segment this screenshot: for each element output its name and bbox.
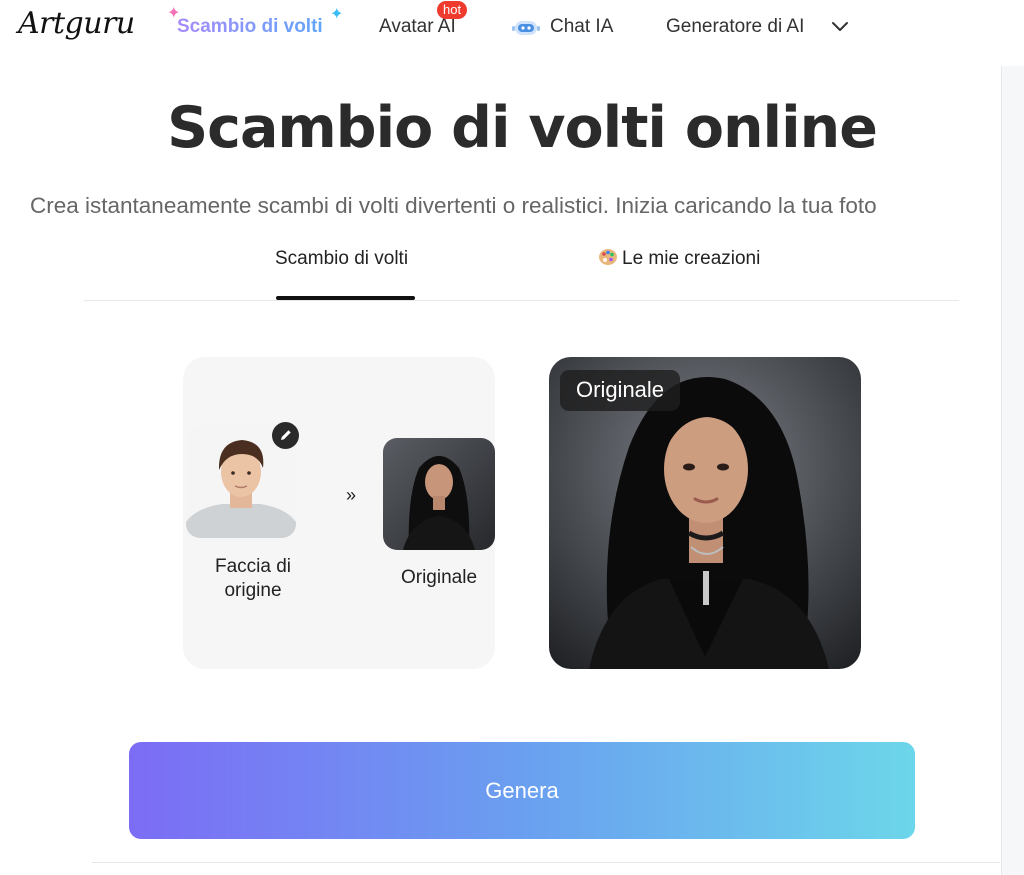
nav-chat-ia[interactable]: Chat IA [550,16,613,38]
tab-my-creations-label: Le mie creazioni [622,248,761,269]
source-face-label: Faccia di origine [214,556,292,601]
sparkle-icon: ✦ [330,6,344,23]
nav-face-swap[interactable]: Scambio di volti [177,16,323,38]
chevron-down-icon[interactable] [831,20,849,34]
tab-bar: Scambio di volti Le mie creazioni [84,240,959,301]
palette-icon [599,249,617,265]
pencil-icon [281,430,291,440]
nav-ai-generator[interactable]: Generatore di AI [666,16,804,38]
tab-my-creations[interactable]: Le mie creazioni [598,248,760,270]
page-title: Scambio di volti online [167,95,878,161]
scrollbar-track[interactable] [1001,66,1024,875]
hot-badge: hot [437,1,468,19]
generate-button[interactable]: Genera [129,742,915,839]
preview-original-badge: Originale [560,370,681,411]
top-nav: Artguru ✦ Scambio di volti ✦ Avatar AI h… [0,0,1024,60]
nav-avatar-ai[interactable]: Avatar AI [379,16,456,38]
artguru-logo[interactable]: Artguru [18,6,135,41]
edit-source-button[interactable] [272,422,299,449]
robot-chat-icon [512,21,540,35]
target-image [383,438,495,550]
divider [92,862,1000,863]
target-image-label: Originale [400,567,478,588]
active-tab-indicator [276,296,415,300]
page-subtitle: Crea istantaneamente scambi di volti div… [30,193,877,218]
tab-face-swap[interactable]: Scambio di volti [275,248,408,270]
target-image-thumbnail[interactable] [383,438,495,550]
swap-arrow: » [346,485,357,505]
